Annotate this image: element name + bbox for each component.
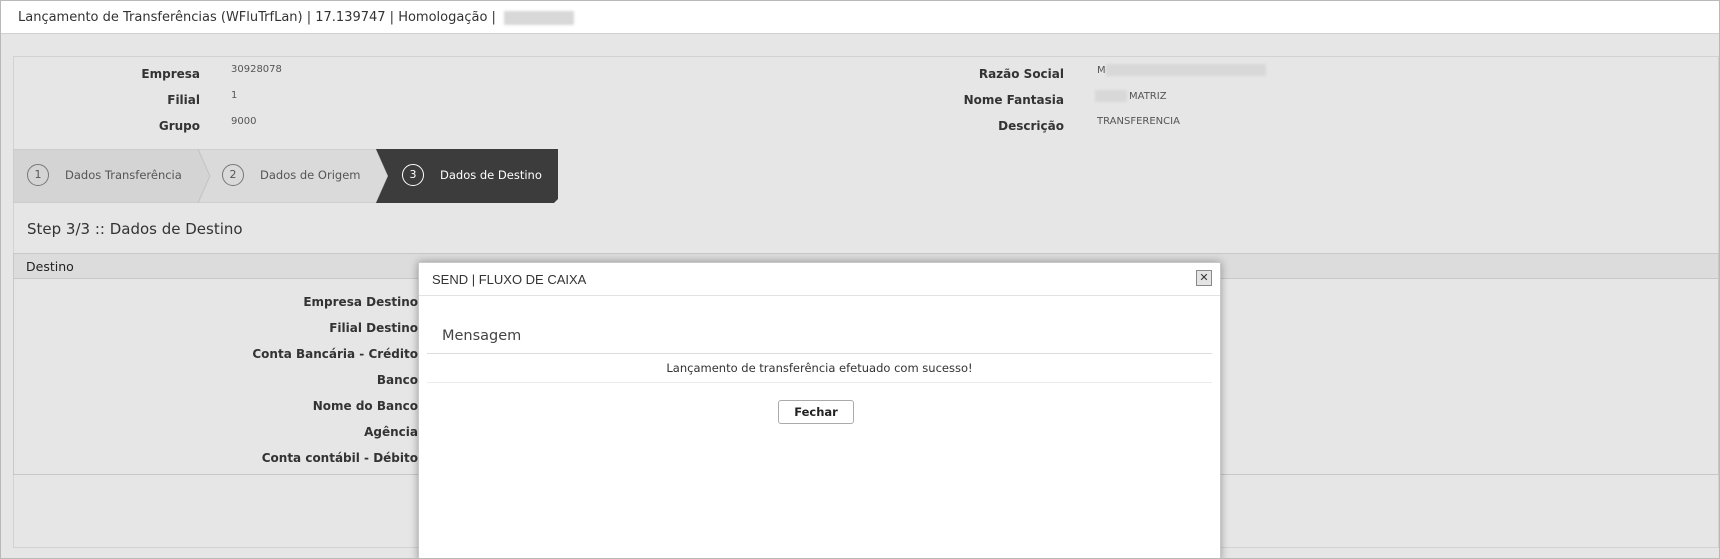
conta-contabil-debito-label: Conta contábil - Débito bbox=[261, 451, 418, 465]
message-title: Mensagem bbox=[442, 328, 522, 344]
filial-destino-label: Filial Destino bbox=[329, 321, 418, 335]
nome-fantasia-text: MATRIZ bbox=[1129, 91, 1167, 102]
empresa-destino-label: Empresa Destino bbox=[303, 295, 418, 309]
divider bbox=[427, 382, 1212, 383]
step-label: Dados Transferência bbox=[65, 168, 182, 182]
agencia-label: Agência bbox=[364, 425, 418, 439]
razao-social-value: M bbox=[1097, 64, 1266, 76]
destino-section-title: Destino bbox=[26, 259, 74, 274]
razao-social-text: M bbox=[1097, 65, 1106, 76]
wizard-steps: 1 Dados Transferência 2 Dados de Origem … bbox=[13, 149, 558, 203]
step-number: 3 bbox=[402, 164, 424, 186]
wizard-step-dados-origem[interactable]: 2 Dados de Origem bbox=[208, 149, 378, 203]
descricao-value: TRANSFERENCIA bbox=[1097, 116, 1180, 127]
razao-social-label: Razão Social bbox=[978, 67, 1064, 81]
nome-do-banco-label: Nome do Banco bbox=[312, 399, 418, 413]
step-label: Dados de Destino bbox=[440, 168, 542, 182]
wizard-step-dados-transferencia[interactable]: 1 Dados Transferência bbox=[13, 149, 198, 203]
conta-bancaria-credito-label: Conta Bancária - Crédito bbox=[252, 347, 418, 361]
app-window: Lançamento de Transferências (WFluTrfLan… bbox=[0, 0, 1720, 559]
descricao-label: Descrição bbox=[998, 119, 1064, 133]
window-title: Lançamento de Transferências (WFluTrfLan… bbox=[18, 10, 575, 25]
redacted-environment bbox=[504, 10, 575, 25]
window-title-text: Lançamento de Transferências (WFluTrfLan… bbox=[18, 10, 501, 25]
step-number: 1 bbox=[27, 164, 49, 186]
filial-value: 1 bbox=[231, 90, 238, 101]
wizard-step-dados-destino[interactable]: 3 Dados de Destino bbox=[388, 149, 558, 203]
step-label: Dados de Origem bbox=[260, 168, 361, 182]
step-heading: Step 3/3 :: Dados de Destino bbox=[27, 220, 243, 238]
filial-label: Filial bbox=[167, 93, 200, 107]
empresa-value: 30928078 bbox=[231, 64, 282, 75]
grupo-value: 9000 bbox=[231, 116, 257, 127]
empresa-label: Empresa bbox=[141, 67, 200, 81]
redacted-nome-fantasia bbox=[1095, 90, 1127, 102]
banco-label: Banco bbox=[376, 373, 418, 387]
dialog-title: SEND | FLUXO DE CAIXA bbox=[432, 272, 587, 287]
title-bar: Lançamento de Transferências (WFluTrfLan… bbox=[1, 1, 1719, 34]
fechar-button[interactable]: Fechar bbox=[778, 400, 854, 424]
message-dialog: SEND | FLUXO DE CAIXA ✕ Mensagem Lançame… bbox=[418, 262, 1221, 558]
nome-fantasia-value: MATRIZ bbox=[1095, 90, 1167, 102]
close-icon[interactable]: ✕ bbox=[1196, 270, 1212, 286]
redacted-razao-social bbox=[1105, 64, 1266, 76]
step-number: 2 bbox=[222, 164, 244, 186]
nome-fantasia-label: Nome Fantasia bbox=[963, 93, 1064, 107]
message-text: Lançamento de transferência efetuado com… bbox=[666, 361, 973, 375]
grupo-label: Grupo bbox=[158, 119, 200, 133]
divider bbox=[427, 353, 1212, 354]
dialog-header: SEND | FLUXO DE CAIXA ✕ bbox=[419, 263, 1220, 296]
